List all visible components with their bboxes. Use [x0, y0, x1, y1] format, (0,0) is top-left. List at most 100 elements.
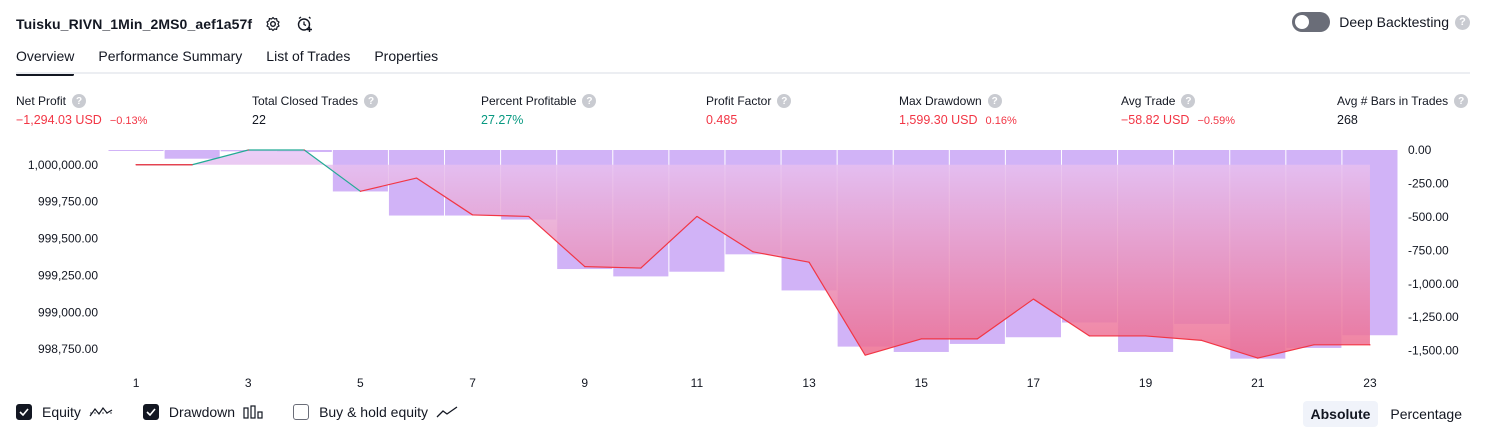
right-axis-tick: -750.00 — [1408, 243, 1449, 257]
metric-percent-profitable: Percent Profitable? 27.27% — [481, 94, 597, 127]
x-axis-tick: 19 — [1139, 376, 1153, 390]
drawdown-checkbox[interactable] — [142, 404, 159, 420]
deep-backtesting: Deep Backtesting ? — [1292, 12, 1470, 32]
equity-point — [920, 338, 922, 340]
equity-point — [359, 190, 361, 192]
help-icon[interactable]: ? — [777, 94, 792, 108]
legend-drawdown[interactable]: Drawdown — [142, 404, 263, 420]
left-axis: 1,000,000.00 999,750.00 999,500.00 999,250.… — [28, 158, 98, 356]
equity-point — [191, 164, 193, 166]
x-axis-tick: 1 — [133, 376, 140, 390]
metric-label: Percent Profitable — [481, 94, 577, 108]
metric-value: 0.485 — [706, 113, 738, 127]
scale-mode-switch: Absolute Percentage — [1299, 401, 1471, 427]
equity-point — [1032, 298, 1035, 300]
tab-properties[interactable]: Properties — [374, 48, 438, 73]
drawdown-bars-icon — [243, 405, 263, 419]
metric-label: Net Profit — [16, 94, 67, 108]
left-axis-tick: 999,000.00 — [38, 305, 98, 319]
metric-label: Max Drawdown — [899, 94, 982, 108]
left-axis-tick: 999,250.00 — [38, 268, 98, 282]
tab-performance-summary[interactable]: Performance Summary — [98, 48, 242, 73]
equity-point — [752, 251, 754, 253]
equity-line-icon — [89, 405, 113, 419]
metric-percent: 0.16% — [985, 115, 1017, 127]
x-axis-tick: 23 — [1363, 376, 1377, 390]
right-axis-tick: -250.00 — [1408, 176, 1449, 190]
equity-point — [247, 149, 249, 151]
metric-value: −58.82 USD — [1121, 113, 1190, 127]
metric-value: 1,599.30 USD — [899, 113, 978, 127]
legend-buy-hold-label: Buy & hold equity — [319, 404, 429, 420]
right-axis-tick: -1,000.00 — [1408, 277, 1459, 291]
tab-bar: Overview Performance Summary List of Tra… — [16, 48, 462, 76]
help-icon[interactable]: ? — [1455, 14, 1470, 30]
legend-equity[interactable]: Equity — [16, 404, 113, 420]
x-axis-tick: 9 — [581, 376, 588, 390]
chart-legend: Equity Drawdown Buy & hold equity — [16, 404, 488, 420]
metric-total-closed-trades: Total Closed Trades? 22 — [252, 94, 379, 127]
left-axis-tick: 998,750.00 — [38, 342, 98, 356]
x-axis-tick: 13 — [802, 376, 816, 390]
buy-hold-line-icon — [436, 405, 458, 419]
help-icon[interactable]: ? — [987, 94, 1002, 108]
metric-label: Avg Trade — [1121, 94, 1176, 108]
help-icon[interactable]: ? — [1181, 94, 1196, 108]
metric-value: 27.27% — [481, 113, 524, 127]
metric-net-profit: Net Profit? −1,294.03 USD −0.13% — [16, 94, 147, 127]
legend-buy-hold[interactable]: Buy & hold equity — [293, 404, 458, 420]
deep-backtesting-toggle[interactable] — [1292, 12, 1331, 32]
metric-profit-factor: Profit Factor? 0.485 — [706, 94, 792, 127]
metric-value: −1,294.03 USD — [16, 113, 102, 127]
x-axis-tick: 7 — [469, 376, 476, 390]
add-alert-icon[interactable] — [294, 13, 316, 35]
metric-percent: −0.13% — [109, 115, 148, 127]
help-icon[interactable]: ? — [1454, 94, 1469, 108]
equity-checkbox[interactable] — [16, 404, 32, 420]
left-axis-tick: 1,000,000.00 — [28, 158, 98, 172]
x-axis-tick: 15 — [915, 376, 929, 390]
tab-overview[interactable]: Overview — [16, 48, 75, 76]
metric-value: 22 — [252, 113, 266, 127]
equity-point — [1145, 335, 1147, 337]
metric-avg-bars-in-trades: Avg # Bars in Trades? 268 — [1337, 94, 1469, 127]
drawdown-bar — [108, 150, 164, 151]
mode-percentage[interactable]: Percentage — [1382, 401, 1470, 427]
equity-chart[interactable]: 1,000,000.00 999,750.00 999,500.00 999,250.… — [0, 140, 1486, 398]
right-axis-tick: -1,250.00 — [1408, 310, 1459, 324]
equity-point — [640, 267, 642, 269]
buy-hold-checkbox[interactable] — [293, 404, 310, 420]
equity-point — [528, 215, 530, 218]
equity-point — [1369, 344, 1371, 346]
metric-value: 268 — [1337, 113, 1358, 127]
equity-point — [808, 261, 810, 263]
toggle-knob — [1295, 15, 1310, 29]
legend-equity-label: Equity — [42, 404, 81, 420]
metric-label: Avg # Bars in Trades — [1337, 94, 1449, 108]
mode-absolute[interactable]: Absolute — [1302, 401, 1379, 427]
equity-point — [1201, 339, 1203, 341]
x-axis-tick: 5 — [357, 376, 364, 390]
metric-avg-trade: Avg Trade? −58.82 USD −0.59% — [1121, 94, 1235, 127]
help-icon[interactable]: ? — [582, 94, 597, 108]
x-axis-tick: 21 — [1251, 376, 1265, 390]
settings-icon[interactable] — [262, 13, 284, 35]
tabs-divider — [16, 72, 1470, 74]
equity-point — [976, 338, 978, 340]
metric-max-drawdown: Max Drawdown? 1,599.30 USD 0.16% — [899, 94, 1017, 127]
strategy-name: Tuisku_RIVN_1Min_2MS0_aef1a57f — [16, 16, 253, 32]
equity-point — [471, 214, 474, 216]
help-icon[interactable]: ? — [72, 94, 87, 108]
help-icon[interactable]: ? — [364, 94, 379, 108]
equity-point — [696, 215, 698, 218]
metric-label: Total Closed Trades — [252, 94, 359, 108]
tab-list-of-trades[interactable]: List of Trades — [266, 48, 350, 73]
equity-point — [415, 177, 418, 179]
right-axis-tick: 0.00 — [1408, 143, 1432, 157]
equity-point — [1257, 357, 1259, 359]
right-axis: 0.00 -250.00 -500.00 -750.00 -1,000.00 -1,250… — [1408, 143, 1459, 358]
x-axis-tick: 11 — [691, 376, 704, 390]
equity-point — [135, 164, 137, 166]
right-axis-tick: -500.00 — [1408, 210, 1449, 224]
x-axis: 1 3 5 7 9 11 13 15 17 19 21 23 — [133, 376, 1377, 390]
